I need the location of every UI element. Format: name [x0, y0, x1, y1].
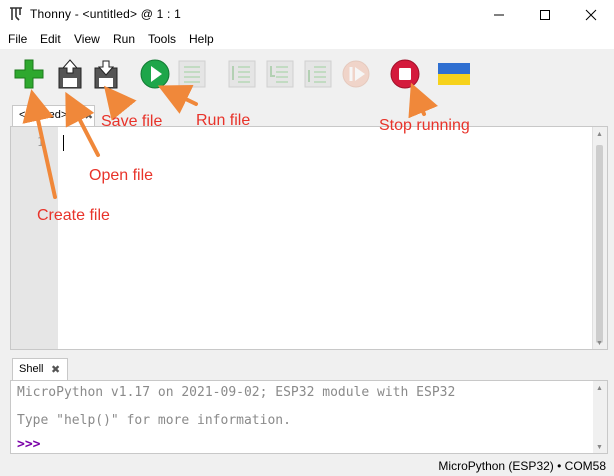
arrow-create	[22, 89, 57, 199]
arrow-open	[65, 91, 100, 157]
annotation-arrows	[22, 82, 438, 199]
run-file-annotation: Run file	[196, 112, 251, 129]
stop-running-annotation: Stop running	[379, 117, 470, 134]
arrow-stop	[408, 82, 438, 119]
open-file-annotation: Open file	[89, 167, 154, 184]
arrow-run	[157, 85, 198, 114]
save-file-annotation: Save file	[101, 113, 163, 130]
create-file-annotation: Create file	[37, 207, 110, 224]
arrow-save	[103, 85, 137, 121]
